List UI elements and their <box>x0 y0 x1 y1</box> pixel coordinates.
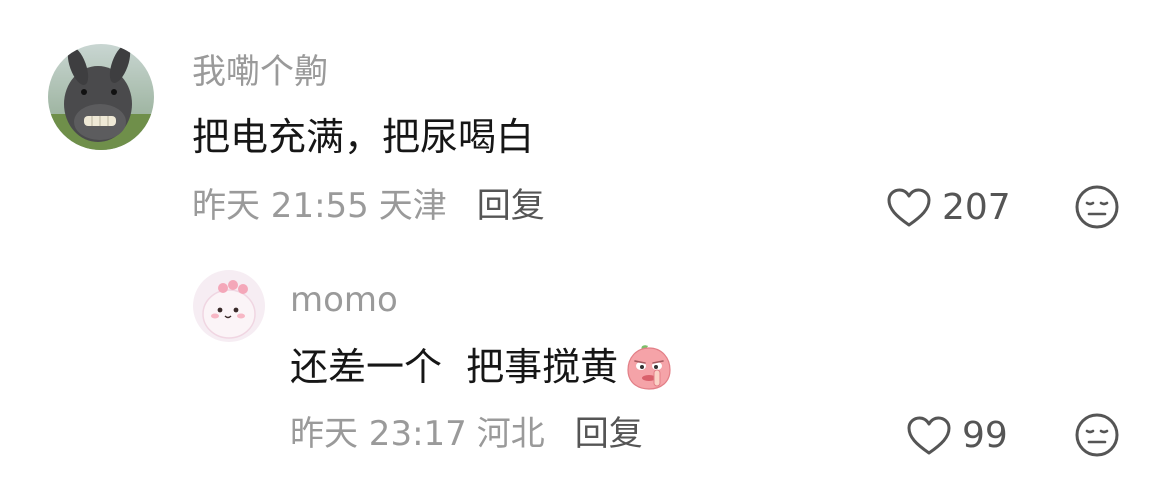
comment-username[interactable]: momo <box>290 280 398 320</box>
user-avatar[interactable] <box>48 44 154 150</box>
comment-text-body: 把电充满，把尿喝白 <box>192 115 535 159</box>
dislike-button[interactable] <box>1074 184 1120 230</box>
comment-text: 还差一个 把事搅黄 <box>290 342 674 392</box>
comment-meta: 昨天 23:17 河北 回复 <box>290 414 643 454</box>
comment-location: 河北 <box>476 414 545 454</box>
comment-item: 我嘞个齁 把电充满，把尿喝白 昨天 21:55 天津 回复 207 <box>0 0 1170 250</box>
comment-username[interactable]: 我嘞个齁 <box>192 52 328 92</box>
comment-location: 天津 <box>378 186 447 226</box>
comment-text: 把电充满，把尿喝白 <box>192 114 534 160</box>
meh-face-icon <box>1075 185 1119 229</box>
reply-button[interactable]: 回复 <box>477 186 545 226</box>
heart-icon <box>907 416 951 455</box>
meh-face-icon <box>1075 413 1119 457</box>
dislike-button[interactable] <box>1074 412 1120 458</box>
like-button[interactable]: 99 <box>906 415 1008 457</box>
user-avatar[interactable] <box>193 270 265 342</box>
peach-shh-emoji-icon <box>624 342 674 392</box>
heart-icon <box>887 188 931 227</box>
like-count: 99 <box>962 415 1008 456</box>
reply-button[interactable]: 回复 <box>575 414 643 454</box>
comment-meta: 昨天 21:55 天津 回复 <box>192 186 545 226</box>
donkey-avatar-icon <box>48 44 154 150</box>
comment-time: 昨天 23:17 <box>290 414 467 454</box>
comment-item-reply: momo 还差一个 把事搅黄 昨天 23:17 河北 回复 99 <box>0 250 1170 482</box>
like-count: 207 <box>942 187 1011 228</box>
like-button[interactable]: 207 <box>886 187 1011 229</box>
comment-text-body: 还差一个 把事搅黄 <box>290 345 619 389</box>
comment-time: 昨天 21:55 <box>192 186 369 226</box>
cute-dino-avatar-icon <box>193 270 265 342</box>
